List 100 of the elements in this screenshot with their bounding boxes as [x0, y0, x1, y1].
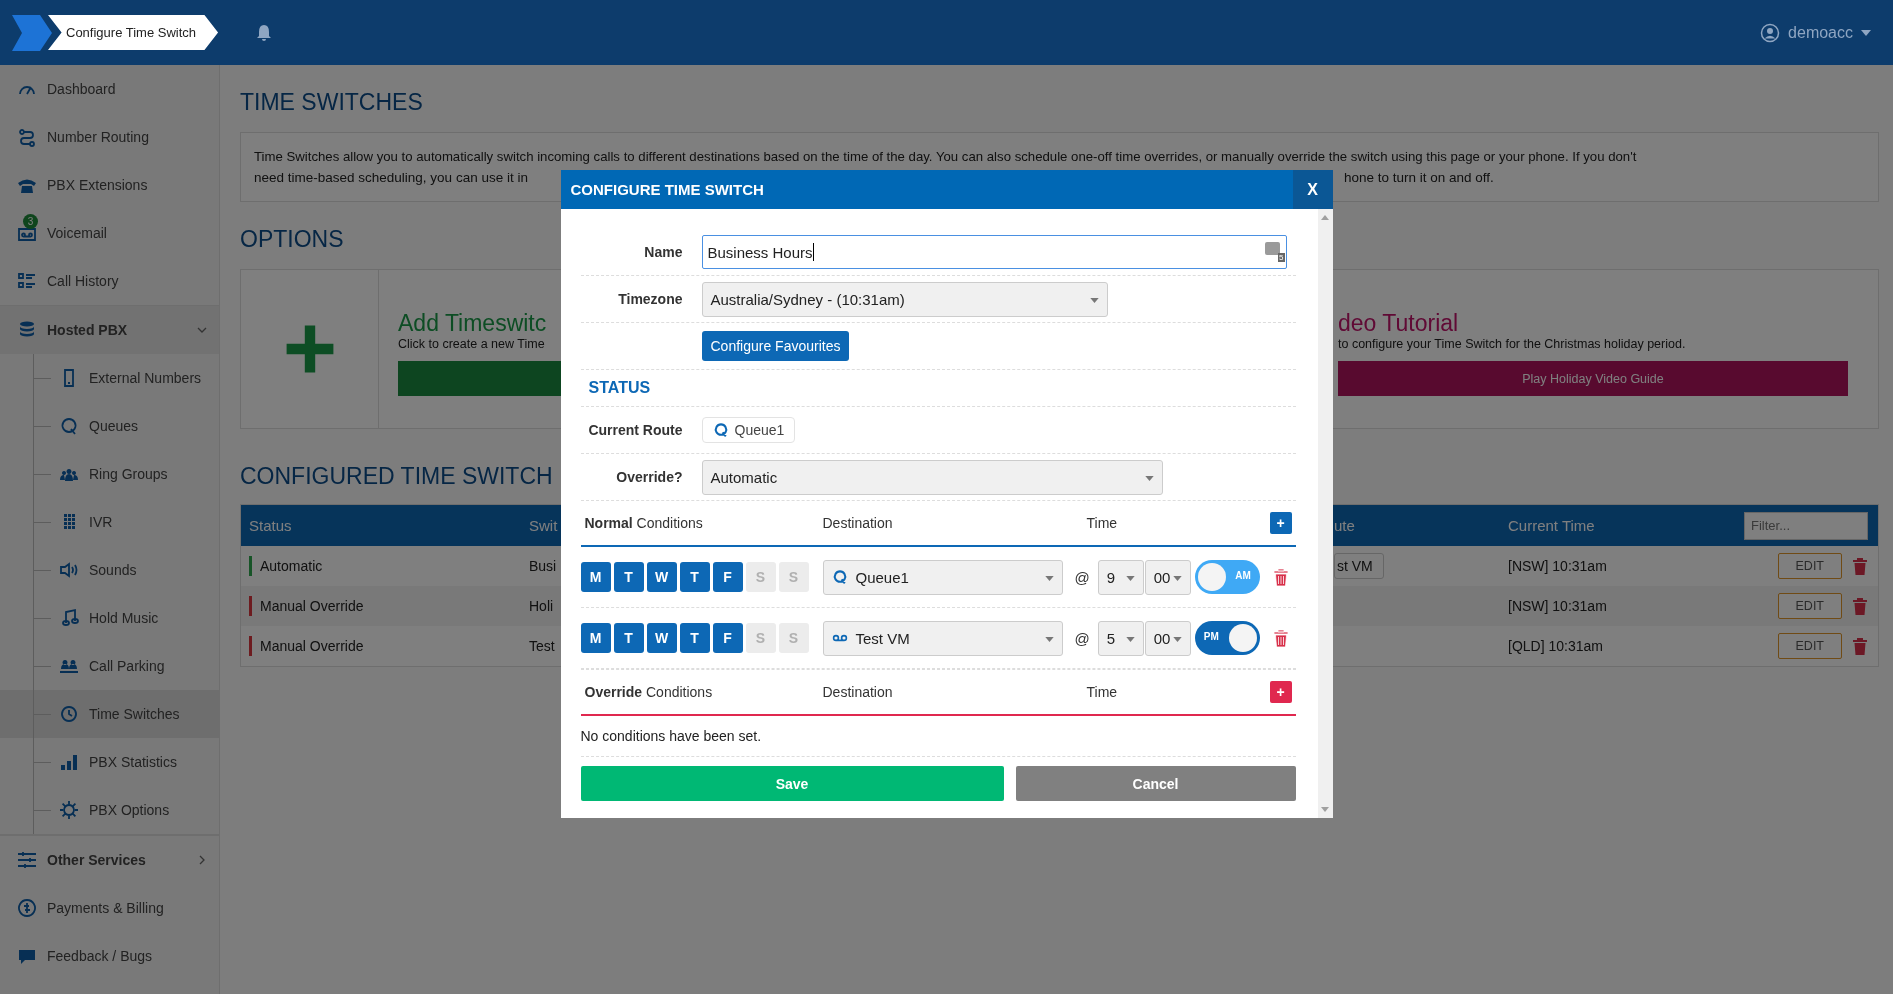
queue-icon	[831, 569, 848, 585]
bar-chart-icon	[59, 752, 79, 772]
column-header: Time	[1086, 684, 1119, 700]
caret-icon	[1172, 575, 1182, 581]
day-toggle[interactable]: T	[613, 623, 644, 653]
edit-button[interactable]: EDIT	[1777, 593, 1842, 619]
filter-field[interactable]: Filter...	[1744, 511, 1868, 540]
minute-select[interactable]: 00	[1144, 559, 1191, 595]
option-title: Add Timeswitc	[398, 310, 547, 337]
destination-select[interactable]: Queue1	[822, 559, 1063, 595]
caret-icon	[1044, 636, 1054, 642]
destination-select[interactable]: Test VM	[822, 620, 1063, 656]
sidebar-item[interactable]: Hosted PBX	[0, 305, 219, 354]
field-label: Override?	[615, 469, 683, 485]
save-button[interactable]: Save	[580, 766, 1004, 801]
sidebar-subitem[interactable]: IVR	[0, 498, 219, 546]
column-header: Time	[1086, 515, 1119, 531]
cancel-button[interactable]: Cancel	[1015, 766, 1296, 801]
page-title: TIME SWITCHES	[240, 89, 423, 116]
table-cell: Test	[529, 638, 555, 654]
sidebar-label: PBX Extensions	[47, 177, 148, 193]
day-toggle[interactable]: T	[679, 623, 710, 653]
sidebar-label: Voicemail	[47, 225, 107, 241]
day-toggle[interactable]: W	[646, 623, 677, 653]
queue-icon	[712, 422, 729, 438]
sidebar-label: Queues	[89, 418, 139, 434]
sidebar-label: PBX Statistics	[89, 754, 177, 770]
intro-text: Time Switches allow you to automatically switch incoming calls to different destinations based on the time of the day. You can also schedule one-off time overrides, or manually override the switch using this page or your phone. If you don't	[254, 148, 1638, 166]
name-field[interactable]: Business Hours 5	[701, 235, 1287, 269]
clock-icon	[59, 704, 79, 724]
sidebar-subitem[interactable]: PBX Statistics	[0, 738, 219, 786]
caret-icon[interactable]	[1861, 29, 1871, 36]
sidebar-label: External Numbers	[89, 370, 202, 386]
trash-icon[interactable]	[1272, 628, 1289, 648]
sidebar-subitem[interactable]: Time Switches	[0, 690, 219, 738]
sidebar-subitem[interactable]: Queues	[0, 402, 219, 450]
day-toggle[interactable]: F	[712, 562, 743, 592]
sidebar-item[interactable]: 3 Voicemail	[0, 209, 219, 257]
scroll-down-icon[interactable]	[1321, 807, 1329, 812]
chevron-icon	[197, 325, 207, 335]
option-text: Click to create a new Time	[398, 337, 545, 351]
minute-select[interactable]: 00	[1144, 620, 1191, 656]
sidebar-subitem[interactable]: External Numbers	[0, 354, 219, 402]
route-chip: st VM	[1334, 553, 1384, 579]
hour-select[interactable]: 5	[1097, 620, 1144, 656]
edit-button[interactable]: EDIT	[1777, 633, 1842, 659]
table-cell: [NSW] 10:31am	[1508, 598, 1607, 614]
table-cell: Busi	[529, 558, 557, 574]
trash-icon[interactable]	[1852, 557, 1868, 575]
breadcrumb[interactable]: Configure Time Switch	[48, 15, 219, 50]
chevron-icon	[197, 855, 207, 865]
day-toggle[interactable]: M	[580, 562, 611, 592]
day-toggle[interactable]: F	[712, 623, 743, 653]
scroll-up-icon[interactable]	[1321, 215, 1329, 220]
sidebar-subitem[interactable]: Ring Groups	[0, 450, 219, 498]
user-name[interactable]: demoacc	[1788, 23, 1853, 42]
sidebar-subitem[interactable]: Sounds	[0, 546, 219, 594]
override-select[interactable]: Automatic	[701, 459, 1163, 495]
sidebar-label: Feedback / Bugs	[47, 948, 153, 964]
user-icon[interactable]	[1760, 22, 1781, 43]
trash-icon[interactable]	[1852, 637, 1868, 655]
sidebar-label: Other Services	[47, 852, 146, 868]
section-title: STATUS	[587, 379, 651, 397]
intro-text: need time-based scheduling, you can use it in	[254, 169, 528, 187]
sidebar-item[interactable]: Other Services	[0, 835, 219, 884]
at-sign: @	[1074, 568, 1090, 586]
trash-icon[interactable]	[1852, 597, 1868, 615]
hour-select[interactable]: 9	[1097, 559, 1144, 595]
column-header: Status	[249, 517, 292, 534]
add-condition-button[interactable]: +	[1269, 512, 1292, 534]
scrollbar[interactable]	[1317, 209, 1333, 818]
configure-favourites-button[interactable]: Configure Favourites	[701, 331, 850, 361]
sidebar-item[interactable]: Feedback / Bugs	[0, 932, 219, 980]
sidebar-item[interactable]: Payments & Billing	[0, 884, 219, 932]
day-toggle[interactable]: T	[679, 562, 710, 592]
gear-icon	[59, 800, 79, 820]
sidebar-item[interactable]: Number Routing	[0, 113, 219, 161]
am-pm-toggle[interactable]: AM	[1194, 560, 1260, 594]
at-sign: @	[1074, 629, 1090, 647]
sidebar-item[interactable]: PBX Extensions	[0, 161, 219, 209]
sidebar-label: Time Switches	[89, 706, 180, 722]
sidebar-item[interactable]: Dashboard	[0, 65, 219, 113]
day-toggle[interactable]: M	[580, 623, 611, 653]
option-title: deo Tutorial	[1338, 310, 1460, 337]
day-toggle[interactable]: W	[646, 562, 677, 592]
add-override-button[interactable]: +	[1269, 681, 1292, 703]
sidebar-item[interactable]: Call History	[0, 257, 219, 305]
table-cell: Manual Override	[260, 638, 364, 654]
sidebar-subitem[interactable]: Hold Music	[0, 594, 219, 642]
edit-button[interactable]: EDIT	[1777, 553, 1842, 579]
sidebar-subitem[interactable]: Call Parking	[0, 642, 219, 690]
am-pm-toggle[interactable]: PM	[1194, 621, 1260, 655]
sidebar-subitem[interactable]: PBX Options	[0, 786, 219, 834]
close-button[interactable]: X	[1292, 170, 1333, 209]
sliders-icon	[17, 850, 37, 870]
day-toggle[interactable]: T	[613, 562, 644, 592]
timezone-select[interactable]: Australia/Sydney - (10:31am)	[701, 281, 1108, 317]
table-cell: [QLD] 10:31am	[1508, 638, 1603, 654]
video-button[interactable]: Play Holiday Video Guide	[1338, 361, 1848, 396]
trash-icon[interactable]	[1272, 567, 1289, 587]
